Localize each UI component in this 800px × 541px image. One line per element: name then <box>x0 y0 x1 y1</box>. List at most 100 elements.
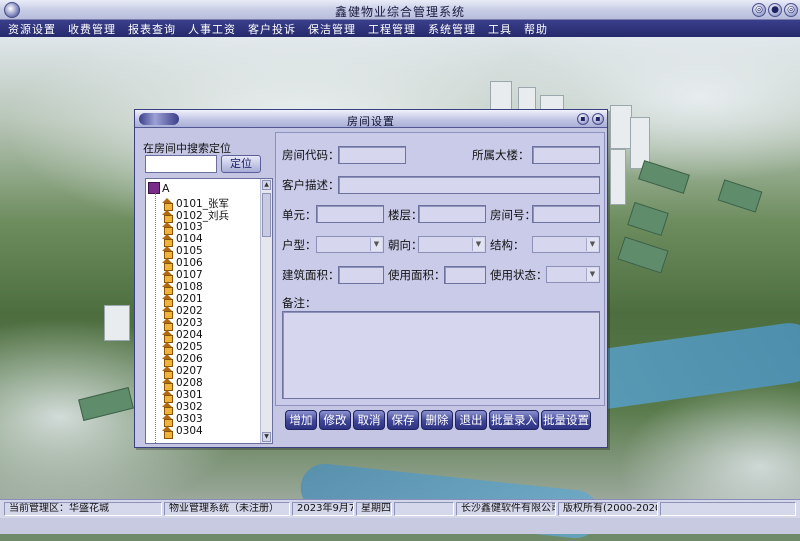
tree-item[interactable]: 0103 <box>162 221 203 235</box>
status-blank <box>394 502 454 516</box>
tree-item[interactable]: 0304 <box>162 425 203 439</box>
tree-item[interactable]: 0302 <box>162 401 203 415</box>
tree-item-label: 0108 <box>176 281 203 293</box>
house-icon <box>162 257 173 271</box>
close-button[interactable]: ◎ <box>784 3 798 17</box>
use-status-select[interactable]: ▼ <box>546 266 600 283</box>
menu-engineering-management[interactable]: 工程管理 <box>368 21 416 37</box>
status-weekday: 星期四 <box>356 502 392 516</box>
scroll-down-arrow-icon[interactable]: ▼ <box>262 432 271 442</box>
house-icon <box>162 377 173 391</box>
tree-item[interactable]: 0102_刘兵 <box>162 209 229 223</box>
remarks-field[interactable] <box>282 311 600 399</box>
structure-select[interactable]: ▼ <box>532 236 600 253</box>
tree-item[interactable]: 0301 <box>162 389 203 403</box>
house-icon <box>162 293 173 307</box>
customer-desc-field[interactable] <box>338 176 600 194</box>
tree-scrollbar[interactable]: ▲ ▼ <box>260 179 272 443</box>
tree-item[interactable]: 0206 <box>162 353 203 367</box>
menu-help[interactable]: 帮助 <box>524 21 548 37</box>
cancel-button[interactable]: 取消 <box>353 410 385 430</box>
house-icon <box>162 197 173 211</box>
menu-customer-complaints[interactable]: 客户投诉 <box>248 21 296 37</box>
tree-item[interactable]: 0303 <box>162 413 203 427</box>
menu-hr-payroll[interactable]: 人事工资 <box>188 21 236 37</box>
search-label: 在房间中搜索定位 <box>143 142 231 155</box>
house-icon <box>162 233 173 247</box>
menu-tools[interactable]: 工具 <box>488 21 512 37</box>
status-system: 物业管理系统（未注册） <box>164 502 290 516</box>
add-button[interactable]: 增加 <box>285 410 317 430</box>
tree-item-label: 0204 <box>176 329 203 341</box>
build-area-field[interactable] <box>338 266 384 284</box>
unit-field[interactable] <box>316 205 384 223</box>
dialog-title: 房间设置 <box>347 115 395 128</box>
tree-item-label: 0105 <box>176 245 203 257</box>
tree-connector <box>155 193 156 443</box>
tree-root[interactable]: A <box>148 181 170 195</box>
menu-report-query[interactable]: 报表查询 <box>128 21 176 37</box>
house-type-select[interactable]: ▼ <box>316 236 384 253</box>
tree-item[interactable]: 0105 <box>162 245 203 259</box>
dialog-minimize-button[interactable]: ▪ <box>577 113 589 125</box>
status-date: 2023年9月7日 <box>292 502 354 516</box>
room-no-field[interactable] <box>532 205 600 223</box>
use-area-label: 使用面积： <box>388 268 446 282</box>
batch-settings-button[interactable]: 批量设置 <box>541 410 591 430</box>
room-code-label: 房间代码： <box>282 148 340 162</box>
building-field[interactable] <box>532 146 600 164</box>
unit-label: 单元： <box>282 208 317 222</box>
tree-item[interactable]: 0205 <box>162 341 203 355</box>
house-icon <box>162 353 173 367</box>
batch-entry-button[interactable]: 批量录入 <box>489 410 539 430</box>
structure-label: 结构： <box>490 238 525 252</box>
tree-item[interactable]: 0207 <box>162 365 203 379</box>
menu-resource-settings[interactable]: 资源设置 <box>8 21 56 37</box>
tree-item[interactable]: 0208 <box>162 377 203 391</box>
building-image <box>610 105 632 149</box>
room-code-field[interactable] <box>338 146 406 164</box>
menu-system-management[interactable]: 系统管理 <box>428 21 476 37</box>
house-icon <box>162 245 173 259</box>
status-empty <box>660 502 796 516</box>
tree-item-label: 0303 <box>176 413 203 425</box>
building-image <box>104 305 130 341</box>
room-no-label: 房间号： <box>490 208 536 222</box>
locate-button[interactable]: 定位 <box>221 155 261 173</box>
tree-item[interactable]: 0203 <box>162 317 203 331</box>
room-tree-panel: 在房间中搜索定位 定位 A 0101_张军 0102_刘兵 0103 0104 … <box>139 132 273 444</box>
tree-item-label: 0107 <box>176 269 203 281</box>
tree-item-label: 0208 <box>176 377 203 389</box>
tree-item[interactable]: 0106 <box>162 257 203 271</box>
scroll-thumb[interactable] <box>262 193 271 237</box>
tree-item[interactable]: 0204 <box>162 329 203 343</box>
exit-button[interactable]: 退出 <box>455 410 487 430</box>
building-image <box>717 179 763 213</box>
dialog-close-button[interactable]: ▪ <box>592 113 604 125</box>
tree-item[interactable]: 0104 <box>162 233 203 247</box>
menu-cleaning-management[interactable]: 保洁管理 <box>308 21 356 37</box>
status-bar-lower <box>0 518 800 534</box>
tree-item-label: 0206 <box>176 353 203 365</box>
tree-item[interactable]: 0108 <box>162 281 203 295</box>
maximize-button[interactable]: ● <box>768 3 782 17</box>
room-tree[interactable]: A 0101_张军 0102_刘兵 0103 0104 0105 0106 01… <box>145 178 273 444</box>
minimize-button[interactable]: ◎ <box>752 3 766 17</box>
tree-item[interactable]: 0201 <box>162 293 203 307</box>
tree-item[interactable]: 0202 <box>162 305 203 319</box>
room-search-input[interactable] <box>145 155 217 173</box>
status-company: 长沙鑫健软件有限公司 <box>456 502 556 516</box>
floor-field[interactable] <box>418 205 486 223</box>
scroll-up-arrow-icon[interactable]: ▲ <box>262 180 271 190</box>
edit-button[interactable]: 修改 <box>319 410 351 430</box>
tree-item-label: 0103 <box>176 221 203 233</box>
orientation-select[interactable]: ▼ <box>418 236 486 253</box>
use-area-field[interactable] <box>444 266 486 284</box>
tree-item-label: 0104 <box>176 233 203 245</box>
house-icon <box>162 269 173 283</box>
tree-item[interactable]: 0107 <box>162 269 203 283</box>
save-button[interactable]: 保存 <box>387 410 419 430</box>
house-icon <box>162 221 173 235</box>
menu-fee-management[interactable]: 收费管理 <box>68 21 116 37</box>
delete-button[interactable]: 删除 <box>421 410 453 430</box>
